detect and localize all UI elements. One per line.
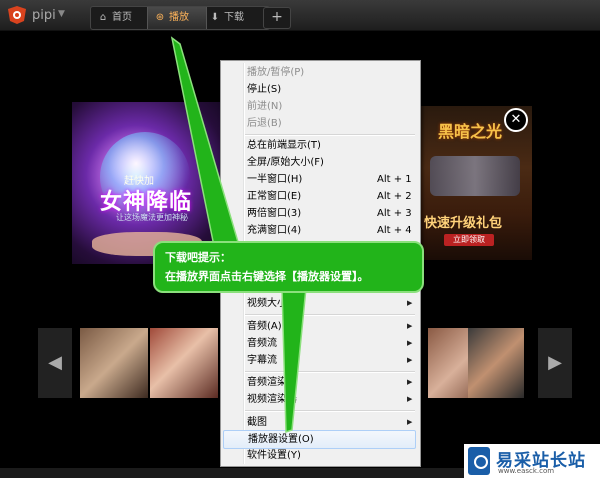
arrow-to-player-settings: [281, 287, 307, 434]
arrow-to-play-tab: [170, 36, 239, 247]
watermark-url: www.easck.com: [498, 467, 555, 475]
tip-text: 在播放界面点击右键选择【播放器设置】。: [165, 270, 369, 283]
annotation-arrows: [170, 36, 307, 434]
tip-title: 下载吧提示：: [165, 251, 231, 264]
watermark: 易采站长站 www.easck.com: [464, 444, 600, 478]
tip-callout: 下载吧提示： 在播放界面点击右键选择【播放器设置】。: [153, 241, 424, 293]
site-logo-icon: [468, 447, 490, 475]
